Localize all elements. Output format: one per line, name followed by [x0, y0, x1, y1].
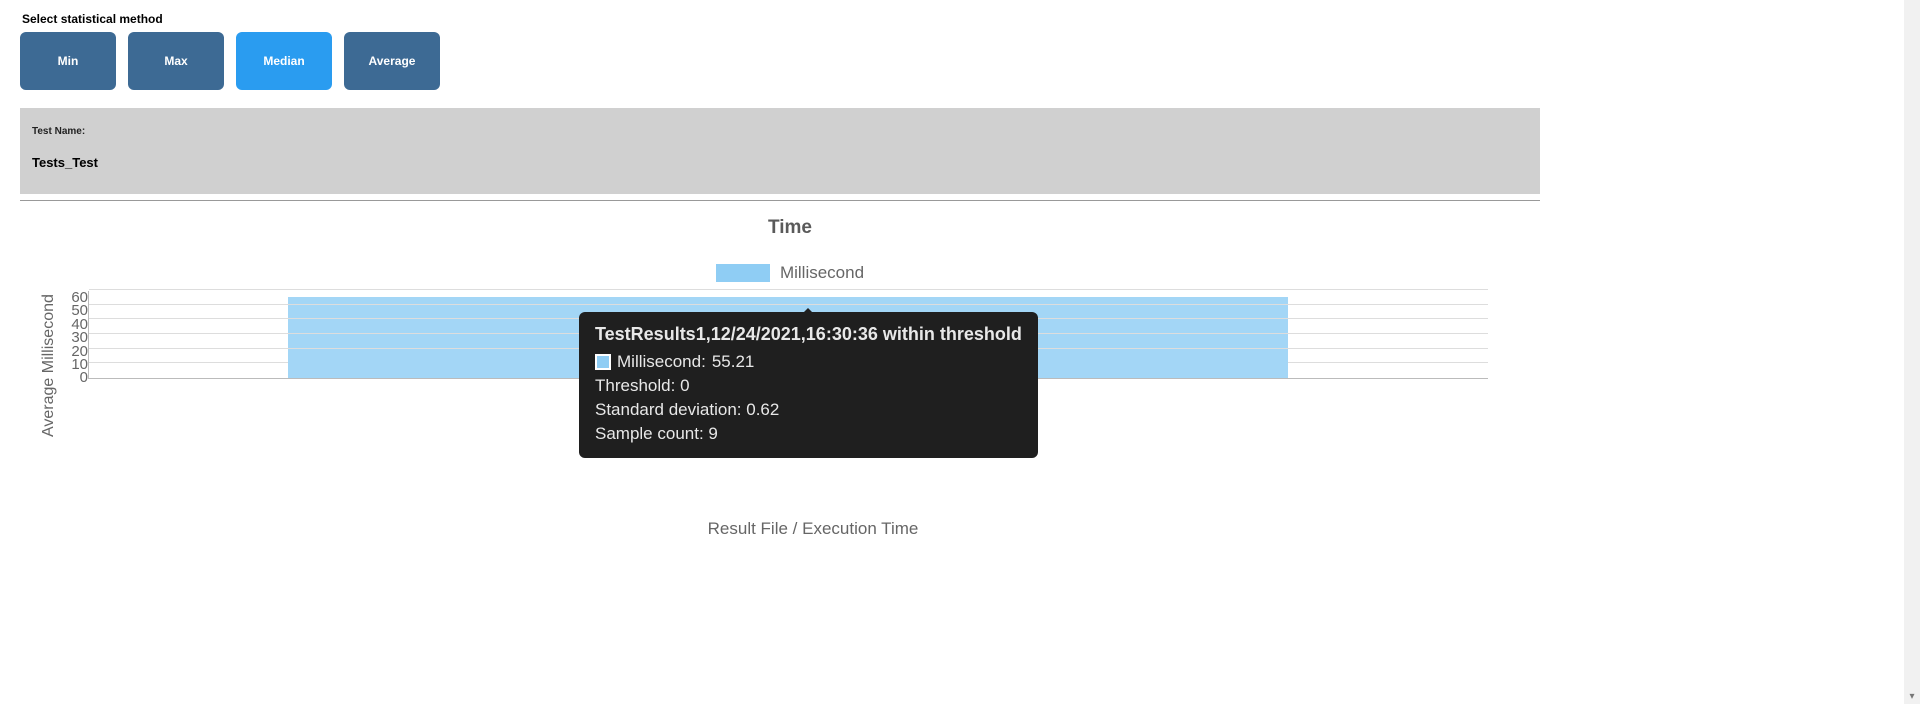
tooltip-metric-label: Millisecond:	[617, 350, 706, 374]
tooltip-stddev-label: Standard deviation:	[595, 400, 742, 419]
legend-label: Millisecond	[780, 263, 864, 283]
divider	[20, 200, 1540, 201]
median-button[interactable]: Median	[236, 32, 332, 90]
grid-line	[89, 304, 1488, 305]
y-axis-ticks: 60 50 40 30 20 10 0	[66, 291, 88, 385]
legend-swatch	[716, 264, 770, 282]
chart-legend[interactable]: Millisecond	[40, 263, 1540, 283]
test-name-label: Test Name:	[32, 126, 1528, 137]
tooltip-swatch	[595, 354, 611, 370]
test-name-value: Tests_Test	[32, 155, 1528, 170]
scrollbar[interactable]: ▾	[1904, 0, 1920, 704]
scroll-down-icon[interactable]: ▾	[1904, 688, 1920, 704]
max-button[interactable]: Max	[128, 32, 224, 90]
tooltip-samples-label: Sample count:	[595, 424, 704, 443]
tooltip-threshold-value: 0	[680, 376, 689, 395]
test-info-band: Test Name: Tests_Test	[20, 108, 1540, 194]
tooltip-title: TestResults1,12/24/2021,16:30:36 within …	[595, 322, 1022, 346]
average-button[interactable]: Average	[344, 32, 440, 90]
tooltip-threshold-label: Threshold:	[595, 376, 675, 395]
chart-tooltip: TestResults1,12/24/2021,16:30:36 within …	[579, 312, 1038, 458]
tooltip-samples-value: 9	[708, 424, 717, 443]
min-button[interactable]: Min	[20, 32, 116, 90]
stat-method-row: Min Max Median Average	[20, 32, 1540, 90]
tooltip-stddev-value: 0.62	[746, 400, 779, 419]
y-tick: 0	[80, 371, 88, 384]
section-title: Select statistical method	[22, 12, 1540, 26]
chart: Time Millisecond Average Millisecond 60 …	[40, 217, 1540, 539]
grid-line	[89, 289, 1488, 290]
chart-title: Time	[40, 217, 1540, 239]
tooltip-metric-value: 55.21	[712, 350, 755, 374]
x-axis-label: Result File / Execution Time	[86, 519, 1540, 539]
y-axis-label: Average Millisecond	[40, 291, 58, 441]
plot-area[interactable]: TestResults1 12/24/2021 16:30:36 TestRes…	[88, 291, 1488, 379]
